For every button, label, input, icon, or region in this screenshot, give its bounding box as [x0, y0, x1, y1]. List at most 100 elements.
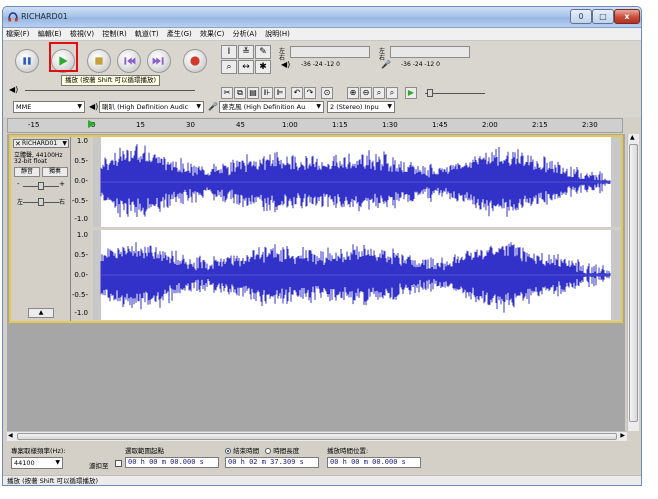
menu-generate[interactable]: 產生(G) [164, 28, 195, 41]
audio-track[interactable]: ✕ RICHARD01 ▼ 立體聲, 44100Hz 32-bit float … [9, 135, 623, 323]
scroll-left-icon[interactable]: ◀ [8, 432, 13, 439]
track-name-menu[interactable]: ✕ RICHARD01 ▼ [13, 139, 69, 148]
scroll-right-icon[interactable]: ▶ [620, 432, 625, 439]
snap-to-checkbox[interactable] [115, 460, 122, 467]
audio-host-select[interactable]: MME ▼ [13, 101, 85, 113]
track-name: RICHARD01 [22, 140, 58, 147]
envelope-tool-icon[interactable]: ≚ [238, 45, 254, 59]
horizontal-scroll-thumb[interactable] [17, 433, 617, 440]
stop-button[interactable] [87, 49, 111, 73]
chevron-down-icon: ▼ [387, 103, 392, 110]
collapse-track-button[interactable]: ▲ [28, 308, 54, 318]
scale-label: -1.0 [74, 215, 88, 223]
paste-icon[interactable]: ▤ [247, 87, 259, 99]
scale-label: -0.5- [71, 291, 88, 299]
multi-tool-icon[interactable]: ✱ [255, 60, 271, 74]
skip-to-end-button[interactable] [147, 49, 171, 73]
play-at-speed-icon[interactable]: ▶ [405, 87, 417, 99]
zoom-out-icon[interactable]: ⊖ [360, 87, 372, 99]
selection-end-field[interactable]: 00 h 02 m 37.309 s [225, 457, 319, 468]
copy-icon[interactable]: ⧉ [234, 87, 246, 99]
gain-plus-label: + [59, 180, 65, 188]
scroll-up-icon[interactable]: ▲ [630, 134, 635, 141]
chevron-down-icon: ▼ [196, 103, 201, 110]
timeline-ruler[interactable]: -15 0 15 30 45 1:00 1:15 1:30 1:45 2:00 … [7, 118, 623, 133]
sync-lock-icon[interactable]: ⊙ [321, 87, 333, 99]
ruler-label: 30 [186, 121, 195, 129]
pause-button[interactable] [15, 49, 39, 73]
waveform-left-channel[interactable] [93, 137, 621, 227]
ruler-label: 1:45 [432, 121, 448, 129]
title-bar: RICHARD01 0 □ x [3, 7, 641, 28]
solo-button[interactable]: 獨奏 [42, 167, 68, 177]
project-rate-select[interactable]: 44100 ▼ [11, 457, 63, 469]
fit-project-icon[interactable]: ⌕ [386, 87, 398, 99]
draw-tool-icon[interactable]: ✎ [255, 45, 271, 59]
output-device-icon: ◀) [89, 102, 99, 111]
input-channels-select[interactable]: 2 (Stereo) Inpu ▼ [327, 101, 395, 113]
scale-label: -1.0 [74, 309, 88, 317]
output-volume-slider[interactable] [19, 85, 199, 95]
waveform-right [100, 230, 611, 320]
empty-track-space[interactable] [7, 326, 625, 431]
length-radio[interactable] [265, 448, 272, 454]
project-rate-label: 專案取樣頻率(Hz): [11, 447, 66, 455]
input-device-icon: 🎤 [208, 102, 218, 111]
close-button[interactable]: x [614, 9, 640, 24]
play-tooltip: 播放 (按著 Shift 可以循環播放) [61, 75, 161, 86]
zoom-in-icon[interactable]: ⊕ [347, 87, 359, 99]
gain-slider[interactable]: - + [17, 180, 65, 191]
maximize-button[interactable]: □ [592, 9, 614, 24]
silence-icon[interactable]: ⊫ [274, 87, 286, 99]
ruler-label: 2:30 [582, 121, 598, 129]
record-meter[interactable]: 左 右 🎤 -36 -24 -12 0 [379, 46, 479, 76]
window-title: RICHARD01 [21, 12, 68, 21]
ruler-label: 15 [136, 121, 145, 129]
trim-icon[interactable]: ⊪ [261, 87, 273, 99]
menu-effect[interactable]: 效果(C) [197, 28, 227, 41]
scale-label: 0.0- [74, 177, 88, 185]
selection-toolbar: 專案取樣頻率(Hz): 44100 ▼ 濾扣至 選取範圍起點 00 h 00 m … [3, 442, 641, 475]
selection-tool-icon[interactable]: I [221, 45, 237, 59]
audio-host-value: MME [16, 103, 32, 111]
audacity-logo-icon [8, 12, 18, 22]
audio-position-field[interactable]: 00 h 00 m 00.000 s [327, 457, 421, 468]
transport-toolbar [7, 45, 207, 77]
undo-icon[interactable]: ↶ [291, 87, 303, 99]
fit-selection-icon[interactable]: ⌕ [373, 87, 385, 99]
input-device-value: 麥克風 (High Definition Au [222, 103, 306, 111]
device-toolbar: MME ▼ ◀) 喇叭 (High Definition Audic ▼ 🎤 麥克風… [7, 101, 427, 115]
output-device-select[interactable]: 喇叭 (High Definition Audic ▼ [99, 101, 204, 113]
menu-view[interactable]: 檢視(V) [67, 28, 97, 41]
menu-transport[interactable]: 控制(R) [99, 28, 129, 41]
time-shift-tool-icon[interactable]: ↔ [238, 60, 254, 74]
record-button[interactable] [183, 49, 207, 73]
play-head-icon [88, 120, 96, 128]
menu-tracks[interactable]: 軌道(T) [132, 28, 162, 41]
playback-meter[interactable]: 左 右 ◀) -36 -24 -12 0 [279, 46, 379, 76]
mute-button[interactable]: 靜音 [14, 167, 40, 177]
vertical-scroll-thumb[interactable] [629, 144, 638, 422]
minimize-button[interactable]: 0 [570, 9, 592, 24]
tools-toolbar: I ≚ ✎ ⌕ ↔ ✱ [221, 45, 273, 75]
menu-analyze[interactable]: 分析(A) [230, 28, 260, 41]
output-device-value: 喇叭 (High Definition Audic [102, 103, 189, 111]
end-radio[interactable] [225, 448, 231, 454]
menu-file[interactable]: 檔案(F) [3, 28, 33, 41]
pan-slider[interactable]: 左 右 [17, 197, 65, 207]
play-speed-slider[interactable] [419, 88, 489, 98]
chevron-down-icon: ▼ [316, 103, 321, 110]
waveform-right-channel[interactable] [93, 230, 621, 320]
scale-label: 1.0 [76, 137, 88, 145]
skip-to-start-button[interactable] [117, 49, 141, 73]
input-device-select[interactable]: 麥克風 (High Definition Au ▼ [219, 101, 324, 113]
menu-edit[interactable]: 編輯(E) [35, 28, 65, 41]
zoom-tool-icon[interactable]: ⌕ [221, 60, 237, 74]
horizontal-scrollbar[interactable]: ◀ ▶ [7, 431, 627, 441]
vertical-scrollbar[interactable]: ▲ [627, 134, 639, 431]
cut-icon[interactable]: ✂ [221, 87, 233, 99]
menu-help[interactable]: 說明(H) [262, 28, 293, 41]
close-track-icon[interactable]: ✕ [15, 140, 21, 147]
redo-icon[interactable]: ↷ [304, 87, 316, 99]
selection-start-field[interactable]: 00 h 00 m 00.000 s [125, 457, 219, 468]
